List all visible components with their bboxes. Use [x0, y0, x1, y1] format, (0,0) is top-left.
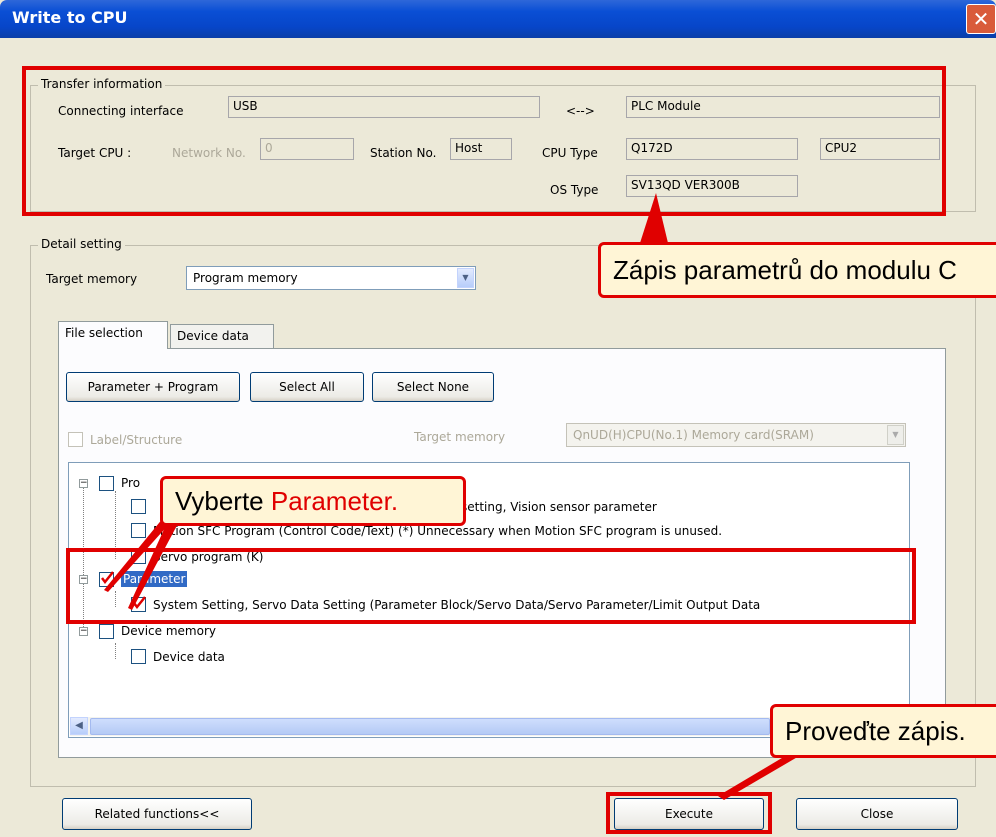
- transfer-callout: Zápis parametrů do modulu C: [598, 242, 996, 298]
- select-prefix: Vyberte: [175, 486, 271, 516]
- execute-callout: Proveďte zápis.: [770, 704, 996, 758]
- select-highlight: Parameter.: [270, 486, 399, 516]
- parameter-pointer-2: [128, 512, 182, 610]
- execute-pointer: [718, 752, 806, 800]
- transfer-pointer: [640, 193, 668, 243]
- select-parameter-callout: Vyberte Parameter.: [160, 476, 466, 526]
- write-to-cpu-dialog: Write to CPU ✕ Transfer information Conn…: [0, 0, 996, 837]
